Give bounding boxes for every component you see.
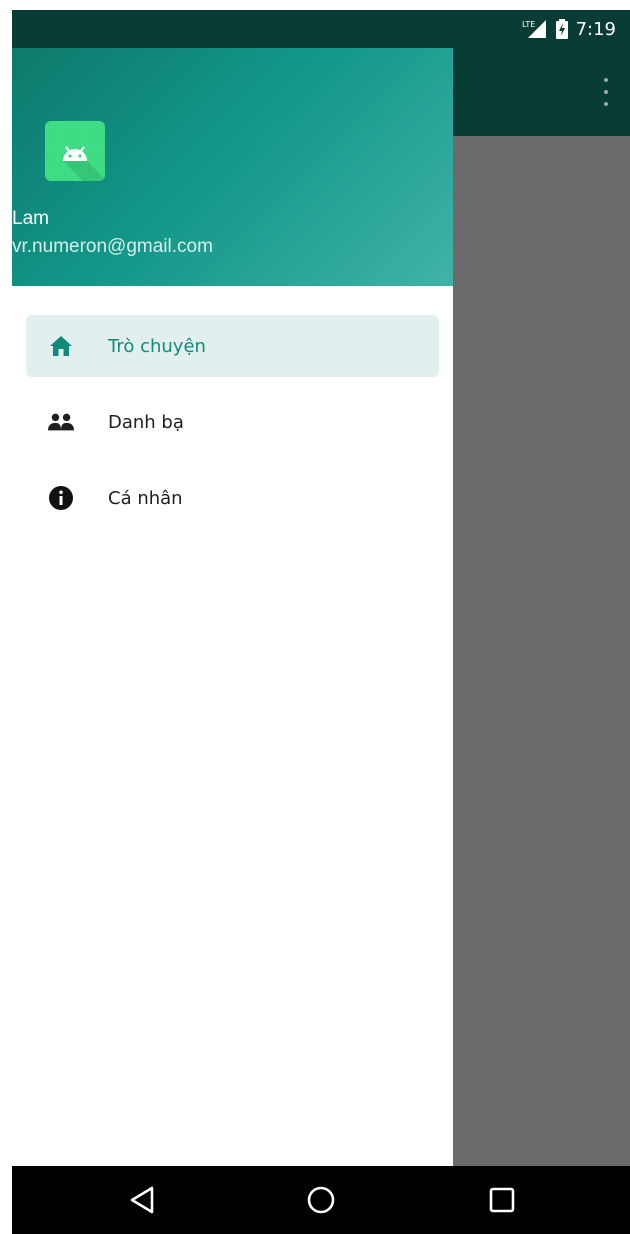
contacts-icon [48,409,74,435]
menu-item-label: Danh bạ [108,411,184,433]
menu-item-label: Cá nhân [108,487,183,509]
android-icon [45,121,105,181]
status-bar: LTE 7:19 [12,10,630,48]
more-vert-icon[interactable] [600,78,612,106]
menu-item-tro-chuyen[interactable]: Trò chuyện [26,315,439,377]
home-circle-icon[interactable] [301,1180,341,1220]
user-name: Lam [12,208,49,229]
home-icon [48,333,74,359]
back-triangle-icon[interactable] [122,1180,162,1220]
status-icons: LTE 7:19 [522,10,616,48]
navigation-drawer: Lam vr.numeron@gmail.com Trò chuyện Danh… [12,48,453,1166]
system-nav-bar [12,1166,630,1234]
menu-item-danh-ba[interactable]: Danh bạ [26,391,439,453]
lte-signal-icon: LTE [522,18,548,40]
user-email: vr.numeron@gmail.com [12,236,213,257]
drawer-header: Lam vr.numeron@gmail.com [12,48,453,286]
recents-square-icon[interactable] [482,1180,522,1220]
svg-text:LTE: LTE [522,20,535,29]
menu-item-label: Trò chuyện [108,335,206,357]
info-icon [48,485,74,511]
device-screen: LTE 7:19 Lam vr.numeron@gmail.com Trò ch… [12,10,630,1234]
battery-charging-icon [555,19,568,39]
clock-text: 7:19 [575,18,616,40]
menu-item-ca-nhan[interactable]: Cá nhân [26,467,439,529]
